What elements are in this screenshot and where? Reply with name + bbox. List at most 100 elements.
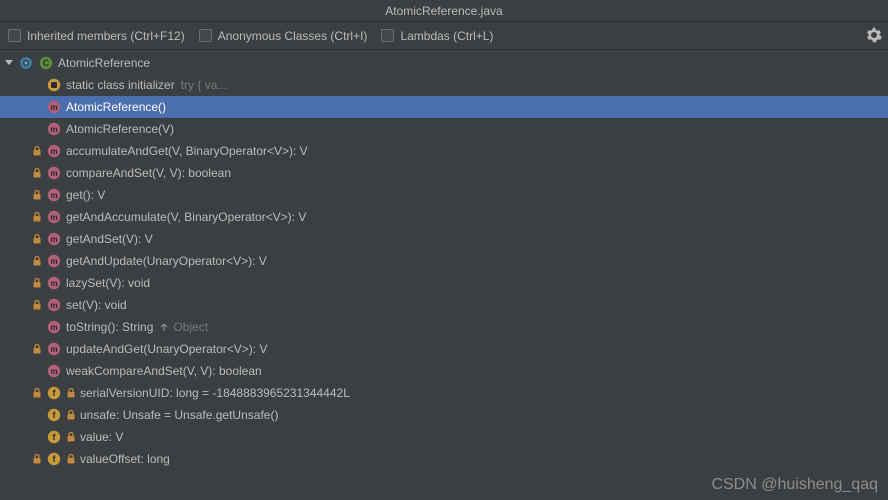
method-icon: m xyxy=(46,187,62,203)
method-icon: m xyxy=(46,143,62,159)
tree-item[interactable]: f serialVersionUID: long = -1848883965231… xyxy=(0,382,888,404)
svg-text:m: m xyxy=(50,169,57,178)
tree-item[interactable]: m toString(): String Object xyxy=(0,316,888,338)
checkbox-label: Anonymous Classes (Ctrl+I) xyxy=(218,29,368,43)
svg-text:m: m xyxy=(50,125,57,134)
tree-item-label: lazySet(V): void xyxy=(66,276,150,290)
tree-item[interactable]: mAtomicReference() xyxy=(0,96,888,118)
tree-item[interactable]: m getAndSet(V): V xyxy=(0,228,888,250)
tree-item[interactable]: f value: V xyxy=(0,426,888,448)
tree-item[interactable]: m get(): V xyxy=(0,184,888,206)
lock-icon xyxy=(32,300,42,310)
tree-root[interactable]: C AtomicReference xyxy=(0,52,888,74)
tree-item-label: unsafe: Unsafe = Unsafe.getUnsafe() xyxy=(80,408,278,422)
field-lock-icon xyxy=(66,388,76,398)
lambdas-checkbox[interactable]: Lambdas (Ctrl+L) xyxy=(381,29,493,43)
svg-text:m: m xyxy=(50,279,57,288)
svg-text:m: m xyxy=(50,191,57,200)
initializer-preview: try { va... xyxy=(181,78,228,92)
expand-icon[interactable] xyxy=(2,56,16,70)
class-scope-icon xyxy=(18,55,34,71)
lock-icon xyxy=(32,234,42,244)
field-lock-icon xyxy=(66,410,76,420)
svg-text:m: m xyxy=(50,257,57,266)
watermark-text: CSDN @huisheng_qaq xyxy=(711,476,878,494)
lock-icon xyxy=(32,168,42,178)
method-icon: m xyxy=(46,341,62,357)
tree-item[interactable]: f valueOffset: long xyxy=(0,448,888,470)
lock-icon xyxy=(32,190,42,200)
tree-item[interactable]: m getAndUpdate(UnaryOperator<V>): V xyxy=(0,250,888,272)
checkbox-label: Inherited members (Ctrl+F12) xyxy=(27,29,185,43)
structure-toolbar: Inherited members (Ctrl+F12) Anonymous C… xyxy=(0,22,888,50)
tree-item-label: getAndUpdate(UnaryOperator<V>): V xyxy=(66,254,267,268)
method-icon: m xyxy=(46,319,62,335)
tree-item-label: getAndSet(V): V xyxy=(66,232,153,246)
initializer-icon xyxy=(46,77,62,93)
svg-text:C: C xyxy=(43,58,50,68)
tree-item[interactable]: static class initializer try { va... xyxy=(0,74,888,96)
tree-item[interactable]: m compareAndSet(V, V): boolean xyxy=(0,162,888,184)
method-icon: m xyxy=(46,275,62,291)
method-icon: m xyxy=(46,297,62,313)
method-icon: m xyxy=(46,165,62,181)
checkbox-icon xyxy=(8,29,21,42)
tree-root-label: AtomicReference xyxy=(58,56,150,70)
tree-item-label: valueOffset: long xyxy=(80,452,170,466)
tree-item-label: compareAndSet(V, V): boolean xyxy=(66,166,231,180)
lock-icon xyxy=(32,146,42,156)
field-icon: f xyxy=(46,385,62,401)
tree-item[interactable]: m accumulateAndGet(V, BinaryOperator<V>):… xyxy=(0,140,888,162)
lock-icon xyxy=(32,278,42,288)
field-icon: f xyxy=(46,429,62,445)
override-icon xyxy=(159,322,169,332)
tree-item-label: get(): V xyxy=(66,188,105,202)
svg-text:m: m xyxy=(50,345,57,354)
method-icon: m xyxy=(46,209,62,225)
override-source: Object xyxy=(173,320,208,334)
tree-item-label: toString(): String xyxy=(66,320,153,334)
field-lock-icon xyxy=(66,432,76,442)
lock-icon xyxy=(32,388,42,398)
tree-item-label: updateAndGet(UnaryOperator<V>): V xyxy=(66,342,267,356)
tree-item[interactable]: m lazySet(V): void xyxy=(0,272,888,294)
svg-text:m: m xyxy=(50,103,57,112)
svg-text:m: m xyxy=(50,323,57,332)
gear-icon[interactable] xyxy=(866,27,882,43)
field-lock-icon xyxy=(66,454,76,464)
method-icon: m xyxy=(46,99,62,115)
tree-item-label: accumulateAndGet(V, BinaryOperator<V>): … xyxy=(66,144,308,158)
tree-item[interactable]: m updateAndGet(UnaryOperator<V>): V xyxy=(0,338,888,360)
lock-icon xyxy=(32,256,42,266)
tree-item-label: getAndAccumulate(V, BinaryOperator<V>): … xyxy=(66,210,306,224)
tree-item[interactable]: mset(V): void xyxy=(0,294,888,316)
checkbox-icon xyxy=(199,29,212,42)
field-icon: f xyxy=(46,451,62,467)
class-icon: C xyxy=(38,55,54,71)
svg-text:m: m xyxy=(50,367,57,376)
checkbox-icon xyxy=(381,29,394,42)
window-title: AtomicReference.java xyxy=(0,0,888,22)
checkbox-label: Lambdas (Ctrl+L) xyxy=(400,29,493,43)
lock-icon xyxy=(32,212,42,222)
lock-icon xyxy=(32,344,42,354)
tree-item[interactable]: m weakCompareAndSet(V, V): boolean xyxy=(0,360,888,382)
method-icon: m xyxy=(46,121,62,137)
inherited-members-checkbox[interactable]: Inherited members (Ctrl+F12) xyxy=(8,29,185,43)
svg-text:m: m xyxy=(50,147,57,156)
tree-item-label: value: V xyxy=(80,430,123,444)
anonymous-classes-checkbox[interactable]: Anonymous Classes (Ctrl+I) xyxy=(199,29,368,43)
tree-item[interactable]: f unsafe: Unsafe = Unsafe.getUnsafe() xyxy=(0,404,888,426)
method-icon: m xyxy=(46,253,62,269)
field-icon: f xyxy=(46,407,62,423)
tree-item-label: AtomicReference(V) xyxy=(66,122,174,136)
tree-item-label: static class initializer xyxy=(66,78,175,92)
svg-text:m: m xyxy=(50,301,57,310)
tree-item-label: serialVersionUID: long = -18488839652313… xyxy=(80,386,350,400)
svg-text:m: m xyxy=(50,213,57,222)
method-icon: m xyxy=(46,363,62,379)
tree-item-label: weakCompareAndSet(V, V): boolean xyxy=(66,364,262,378)
method-icon: m xyxy=(46,231,62,247)
tree-item[interactable]: m getAndAccumulate(V, BinaryOperator<V>):… xyxy=(0,206,888,228)
tree-item[interactable]: m AtomicReference(V) xyxy=(0,118,888,140)
